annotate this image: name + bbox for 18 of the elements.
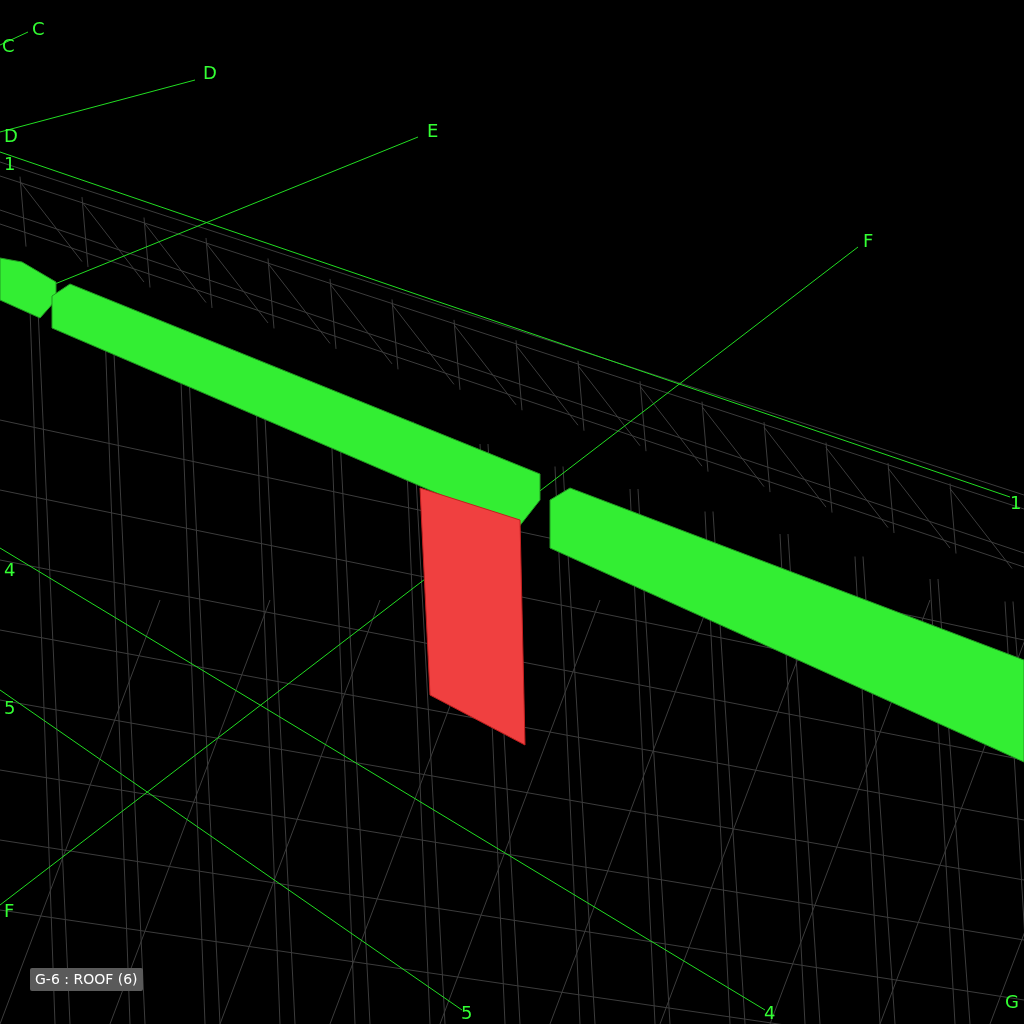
- grid-label: 5: [4, 697, 16, 718]
- grid-label: F: [4, 900, 15, 921]
- grid-label: D: [203, 62, 217, 83]
- grid-label: F: [863, 230, 874, 251]
- grid-label: 4: [764, 1002, 776, 1023]
- selected-panel[interactable]: [419, 487, 526, 746]
- grid-label: 1: [1010, 492, 1022, 513]
- grid-label: 1: [4, 153, 16, 174]
- beam[interactable]: [549, 487, 1024, 763]
- grid-label: C: [32, 18, 45, 39]
- grid-label: G: [1005, 991, 1019, 1012]
- grid-label: 4: [4, 559, 16, 580]
- grid-label: E: [427, 120, 439, 141]
- grid-label: 5: [461, 1002, 473, 1023]
- view-label: G-6 : ROOF (6): [30, 968, 143, 991]
- grid-label: D: [4, 125, 18, 146]
- grid-label: C: [2, 35, 15, 56]
- beam[interactable]: [0, 257, 57, 319]
